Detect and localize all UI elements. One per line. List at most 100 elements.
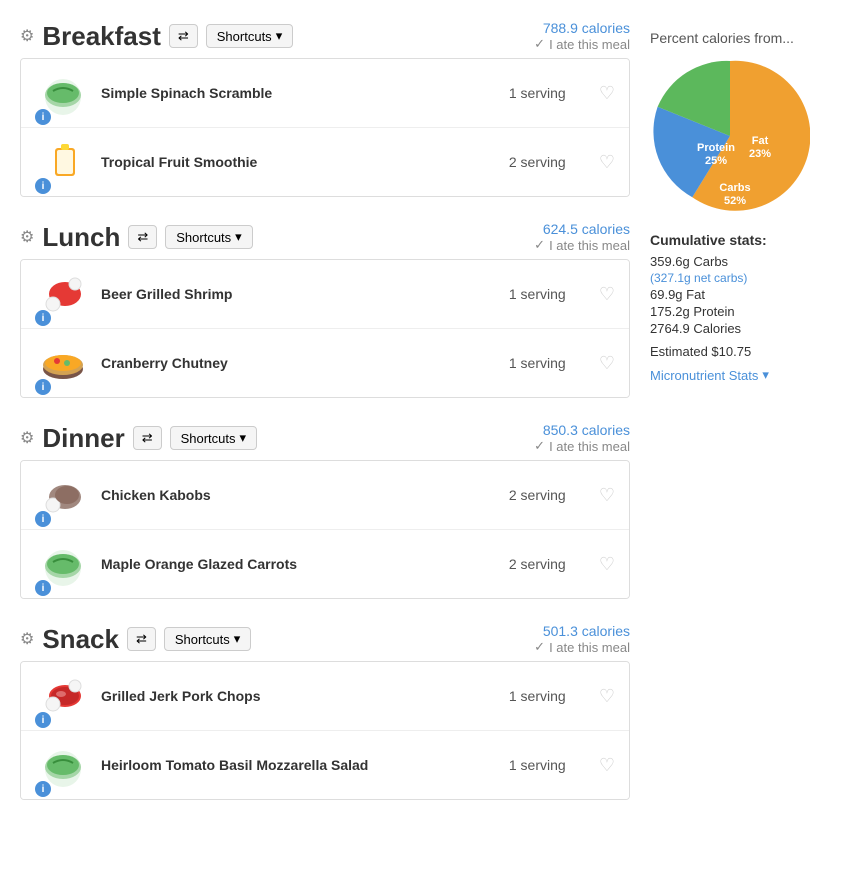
ate-meal-snack[interactable]: ✓ I ate this meal	[534, 639, 630, 655]
food-item-snack-0: i Grilled Jerk Pork Chops 1 serving ♡	[21, 662, 629, 731]
gear-icon-dinner[interactable]: ⚙	[20, 428, 34, 448]
info-badge-snack-1[interactable]: i	[35, 781, 51, 797]
cumulative-title: Cumulative stats:	[650, 232, 860, 248]
food-list-breakfast: i Simple Spinach Scramble 1 serving ♡ i …	[20, 58, 630, 197]
gear-icon-snack[interactable]: ⚙	[20, 629, 34, 649]
food-item-snack-1: i Heirloom Tomato Basil Mozzarella Salad…	[21, 731, 629, 799]
food-name-dinner-1[interactable]: Maple Orange Glazed Carrots	[101, 556, 499, 572]
meal-header-lunch: ⚙ Lunch ⇄ Shortcuts ▾ 624.5 calories ✓ I…	[20, 221, 630, 253]
svg-text:Carbs: Carbs	[719, 182, 750, 194]
gear-icon-breakfast[interactable]: ⚙	[20, 26, 34, 46]
sort-button-lunch[interactable]: ⇄	[128, 225, 157, 249]
check-icon-dinner: ✓	[534, 438, 545, 454]
shortcuts-button-lunch[interactable]: Shortcuts ▾	[165, 225, 252, 249]
sort-icon: ⇄	[136, 631, 147, 647]
food-icon-breakfast-0: i	[35, 69, 91, 117]
ate-label-breakfast: I ate this meal	[549, 37, 630, 52]
svg-text:Protein: Protein	[697, 142, 735, 154]
cumulative-stats: Cumulative stats: 359.6g Carbs (327.1g n…	[650, 232, 860, 383]
stat-protein: 175.2g Protein	[650, 304, 860, 319]
shortcuts-label-lunch: Shortcuts	[176, 230, 231, 245]
food-icon-lunch-0: i	[35, 270, 91, 318]
check-icon-breakfast: ✓	[534, 36, 545, 52]
food-icon-snack-1: i	[35, 741, 91, 789]
favorite-button-dinner-0[interactable]: ♡	[599, 485, 615, 506]
food-icon-lunch-1: i	[35, 339, 91, 387]
stats-panel: Percent calories from... Protein 25%	[650, 20, 860, 824]
meal-title-breakfast: Breakfast	[42, 21, 161, 52]
shortcuts-dropdown-icon-lunch: ▾	[235, 229, 242, 245]
favorite-button-breakfast-0[interactable]: ♡	[599, 83, 615, 104]
sort-icon: ⇄	[178, 28, 189, 44]
meal-header-dinner: ⚙ Dinner ⇄ Shortcuts ▾ 850.3 calories ✓ …	[20, 422, 630, 454]
meal-title-dinner: Dinner	[42, 423, 124, 454]
info-badge-breakfast-1[interactable]: i	[35, 178, 51, 194]
calories-link-lunch[interactable]: 624.5 calories	[543, 221, 630, 237]
favorite-button-snack-1[interactable]: ♡	[599, 755, 615, 776]
svg-text:Fat: Fat	[752, 135, 769, 147]
info-badge-lunch-1[interactable]: i	[35, 379, 51, 395]
food-item-breakfast-1: i Tropical Fruit Smoothie 2 serving ♡	[21, 128, 629, 196]
info-badge-lunch-0[interactable]: i	[35, 310, 51, 326]
favorite-button-dinner-1[interactable]: ♡	[599, 554, 615, 575]
info-badge-dinner-1[interactable]: i	[35, 580, 51, 596]
info-badge-snack-0[interactable]: i	[35, 712, 51, 728]
ate-label-lunch: I ate this meal	[549, 238, 630, 253]
food-icon-dinner-1: i	[35, 540, 91, 588]
food-name-lunch-0[interactable]: Beer Grilled Shrimp	[101, 286, 499, 302]
calories-link-dinner[interactable]: 850.3 calories	[543, 422, 630, 438]
food-icon-snack-0: i	[35, 672, 91, 720]
food-item-dinner-1: i Maple Orange Glazed Carrots 2 serving …	[21, 530, 629, 598]
food-name-snack-1[interactable]: Heirloom Tomato Basil Mozzarella Salad	[101, 757, 499, 773]
ate-meal-lunch[interactable]: ✓ I ate this meal	[534, 237, 630, 253]
sort-button-breakfast[interactable]: ⇄	[169, 24, 198, 48]
sort-button-snack[interactable]: ⇄	[127, 627, 156, 651]
food-name-breakfast-1[interactable]: Tropical Fruit Smoothie	[101, 154, 499, 170]
meal-title-snack: Snack	[42, 624, 119, 655]
info-badge-breakfast-0[interactable]: i	[35, 109, 51, 125]
sort-icon: ⇄	[137, 229, 148, 245]
ate-meal-dinner[interactable]: ✓ I ate this meal	[534, 438, 630, 454]
stat-net-carbs: (327.1g net carbs)	[650, 271, 860, 285]
check-icon-snack: ✓	[534, 639, 545, 655]
meal-section-dinner: ⚙ Dinner ⇄ Shortcuts ▾ 850.3 calories ✓ …	[20, 422, 630, 599]
check-icon-lunch: ✓	[534, 237, 545, 253]
shortcuts-label-snack: Shortcuts	[175, 632, 230, 647]
info-badge-dinner-0[interactable]: i	[35, 511, 51, 527]
meal-calories-dinner: 850.3 calories ✓ I ate this meal	[534, 422, 630, 454]
ate-meal-breakfast[interactable]: ✓ I ate this meal	[534, 36, 630, 52]
food-name-dinner-0[interactable]: Chicken Kabobs	[101, 487, 499, 503]
favorite-button-lunch-0[interactable]: ♡	[599, 284, 615, 305]
calories-link-snack[interactable]: 501.3 calories	[543, 623, 630, 639]
food-serving-snack-1: 1 serving	[509, 757, 589, 773]
meal-calories-breakfast: 788.9 calories ✓ I ate this meal	[534, 20, 630, 52]
favorite-button-breakfast-1[interactable]: ♡	[599, 152, 615, 173]
shortcuts-button-breakfast[interactable]: Shortcuts ▾	[206, 24, 293, 48]
shortcuts-button-dinner[interactable]: Shortcuts ▾	[170, 426, 257, 450]
shortcuts-label-breakfast: Shortcuts	[217, 29, 272, 44]
ate-label-snack: I ate this meal	[549, 640, 630, 655]
meal-header-breakfast: ⚙ Breakfast ⇄ Shortcuts ▾ 788.9 calories…	[20, 20, 630, 52]
gear-icon-lunch[interactable]: ⚙	[20, 227, 34, 247]
micronutrient-link[interactable]: Micronutrient Stats ▾	[650, 367, 860, 383]
shortcuts-dropdown-icon-snack: ▾	[234, 631, 241, 647]
food-serving-snack-0: 1 serving	[509, 688, 589, 704]
favorite-button-snack-0[interactable]: ♡	[599, 686, 615, 707]
food-icon-dinner-0: i	[35, 471, 91, 519]
meal-header-snack: ⚙ Snack ⇄ Shortcuts ▾ 501.3 calories ✓ I…	[20, 623, 630, 655]
sort-icon: ⇄	[142, 430, 153, 446]
food-serving-dinner-0: 2 serving	[509, 487, 589, 503]
food-name-breakfast-0[interactable]: Simple Spinach Scramble	[101, 85, 499, 101]
food-name-snack-0[interactable]: Grilled Jerk Pork Chops	[101, 688, 499, 704]
favorite-button-lunch-1[interactable]: ♡	[599, 353, 615, 374]
food-icon-breakfast-1: i	[35, 138, 91, 186]
food-item-lunch-0: i Beer Grilled Shrimp 1 serving ♡	[21, 260, 629, 329]
food-name-lunch-1[interactable]: Cranberry Chutney	[101, 355, 499, 371]
food-serving-dinner-1: 2 serving	[509, 556, 589, 572]
calories-link-breakfast[interactable]: 788.9 calories	[543, 20, 630, 36]
shortcuts-button-snack[interactable]: Shortcuts ▾	[164, 627, 251, 651]
food-item-breakfast-0: i Simple Spinach Scramble 1 serving ♡	[21, 59, 629, 128]
meal-section-lunch: ⚙ Lunch ⇄ Shortcuts ▾ 624.5 calories ✓ I…	[20, 221, 630, 398]
ate-label-dinner: I ate this meal	[549, 439, 630, 454]
sort-button-dinner[interactable]: ⇄	[133, 426, 162, 450]
